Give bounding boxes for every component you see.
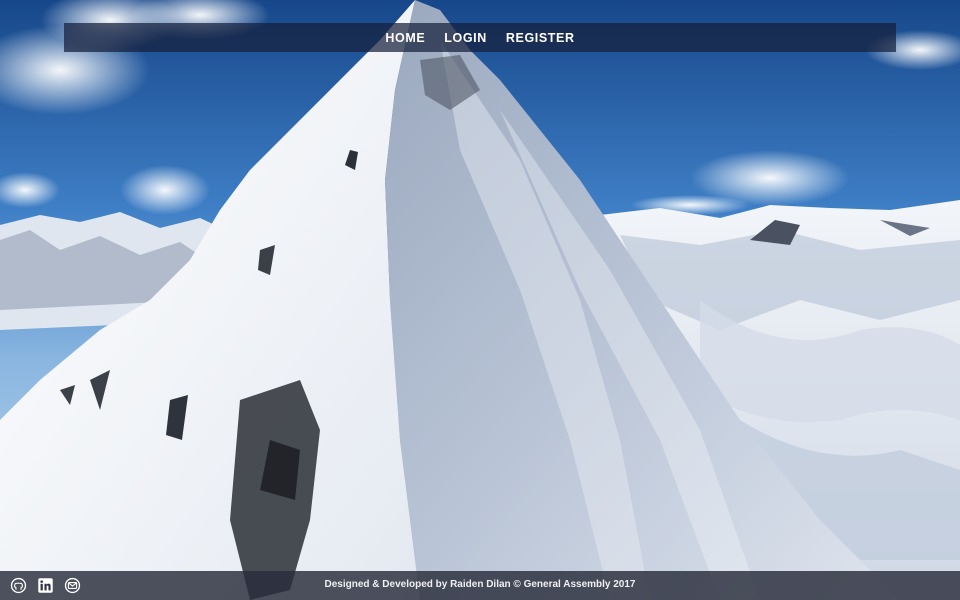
page: HOME LOGIN REGISTER Designed & Developed… [0, 0, 960, 600]
top-navigation-bar: HOME LOGIN REGISTER [64, 23, 896, 52]
footer-bar: Designed & Developed by Raiden Dilan © G… [0, 571, 960, 600]
footer-credit-text: Designed & Developed by Raiden Dilan © G… [324, 579, 636, 590]
nav-register-link[interactable]: REGISTER [506, 31, 575, 45]
nav-login-link[interactable]: LOGIN [444, 31, 487, 45]
nav-home-link[interactable]: HOME [385, 31, 425, 45]
mountain-background-image [0, 0, 960, 600]
